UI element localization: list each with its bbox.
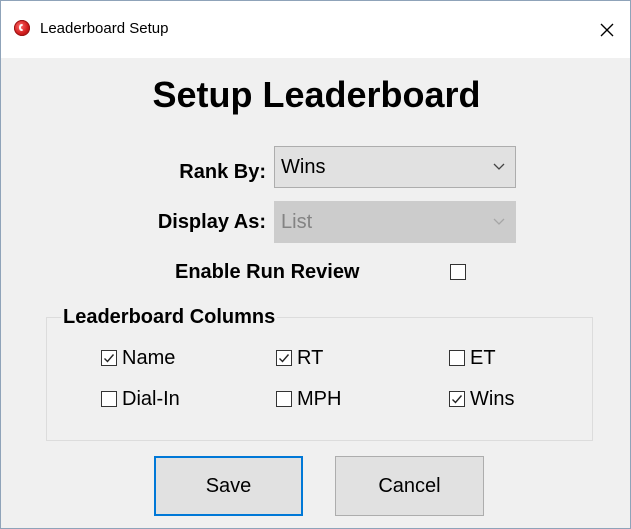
run-review-checkbox[interactable] [450, 264, 466, 280]
run-review-label: Enable Run Review [175, 261, 360, 283]
column-mph-checkbox[interactable] [276, 391, 292, 407]
page-title: Setup Leaderboard [152, 74, 481, 115]
column-wins-label: Wins [470, 388, 515, 410]
save-button[interactable]: Save [154, 456, 303, 516]
column-rt-checkbox[interactable] [276, 350, 292, 366]
title-bar[interactable]: Leaderboard Setup [1, 1, 630, 58]
display-as-select[interactable]: List [274, 201, 516, 243]
checkmark-icon [279, 354, 290, 363]
rank-by-label: Rank By: [179, 161, 266, 183]
column-et-checkbox[interactable] [449, 350, 465, 366]
window-title: Leaderboard Setup [40, 20, 169, 37]
display-as-value: List [281, 211, 313, 233]
close-button[interactable] [584, 1, 630, 58]
display-as-label: Display As: [157, 211, 266, 233]
leaderboard-setup-dialog: Leaderboard Setup Setup Leaderboard Rank… [0, 0, 631, 529]
column-mph-label: MPH [297, 388, 342, 410]
rank-by-value: Wins [281, 156, 326, 178]
leaderboard-columns-group [46, 317, 593, 441]
column-wins-checkbox[interactable] [449, 391, 465, 407]
column-et-label: ET [470, 347, 496, 369]
column-dial-in-checkbox[interactable] [101, 391, 117, 407]
checkmark-icon [104, 354, 115, 363]
rank-by-select[interactable]: Wins [274, 146, 516, 188]
chevron-down-icon [493, 218, 505, 225]
column-name-checkbox[interactable] [101, 350, 117, 366]
column-dial-in-label: Dial-In [122, 388, 180, 410]
column-name-label: Name [122, 347, 176, 369]
chevron-down-icon [493, 163, 505, 170]
column-rt-label: RT [297, 347, 324, 369]
leaderboard-columns-title: Leaderboard Columns [61, 305, 278, 329]
cancel-button[interactable]: Cancel [335, 456, 484, 516]
checkmark-icon [452, 395, 463, 404]
close-icon [600, 23, 614, 36]
app-logo-icon [14, 20, 30, 36]
